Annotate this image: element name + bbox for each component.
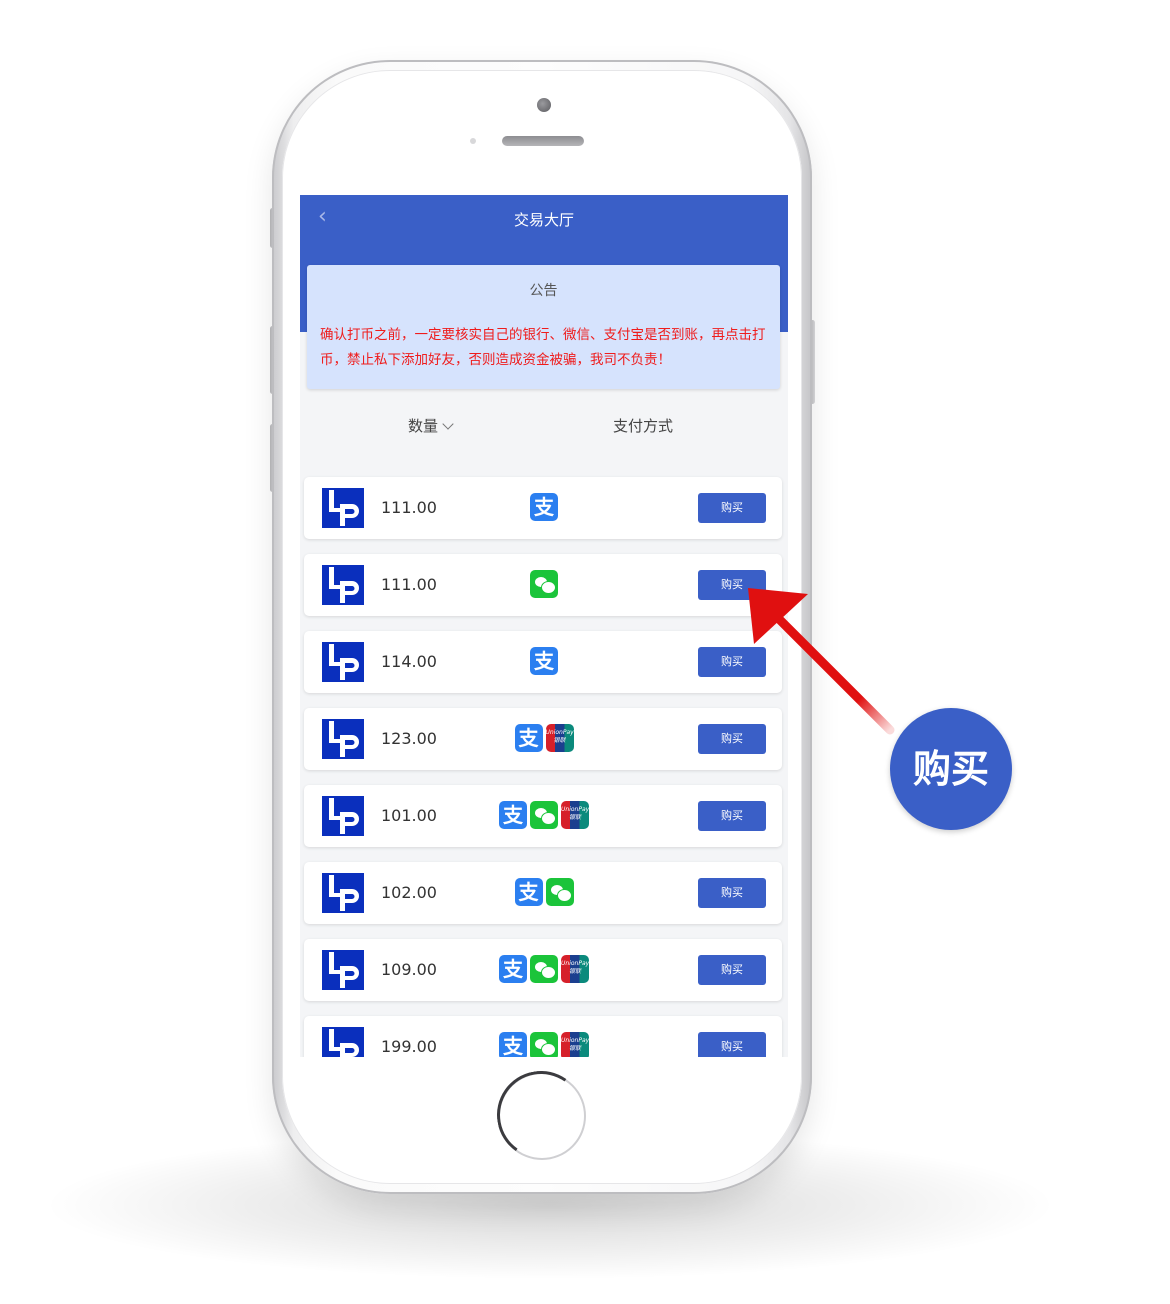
order-row: 109.00 支 UnionPay 银联 购买 bbox=[304, 939, 782, 1001]
payment-methods: 支 UnionPay 银联 bbox=[499, 1032, 589, 1057]
order-row: 111.00 支 购买 bbox=[304, 477, 782, 539]
alipay-icon: 支 bbox=[499, 801, 527, 829]
order-amount: 123.00 bbox=[381, 729, 437, 748]
app-screen: ‹ 交易大厅 公告 确认打币之前，一定要核实自己的银行、微信、支付宝是否到账，再… bbox=[300, 195, 788, 1057]
order-row: 123.00 支 UnionPay 银联 购买 bbox=[304, 708, 782, 770]
unionpay-icon: UnionPay 银联 bbox=[545, 724, 574, 752]
buy-button[interactable]: 购买 bbox=[698, 801, 766, 831]
callout-label: 购买 bbox=[912, 747, 989, 791]
merchant-logo-icon bbox=[322, 565, 364, 605]
merchant-logo-icon bbox=[322, 873, 364, 913]
order-row: 199.00 支 UnionPay 银联 购买 bbox=[304, 1016, 782, 1057]
announcement-text: 确认打币之前，一定要核实自己的银行、微信、支付宝是否到账，再点击打币，禁止私下添… bbox=[320, 327, 766, 368]
chevron-down-icon bbox=[442, 418, 454, 430]
payment-methods bbox=[530, 570, 558, 600]
payment-methods: 支 UnionPay 银联 bbox=[514, 724, 574, 754]
page-title: 交易大厅 bbox=[513, 211, 574, 229]
alipay-icon: 支 bbox=[514, 724, 543, 752]
order-amount: 111.00 bbox=[381, 498, 437, 517]
unionpay-icon: UnionPay 银联 bbox=[561, 1032, 589, 1057]
wechat-pay-icon bbox=[530, 801, 558, 829]
wechat-pay-icon bbox=[530, 955, 558, 983]
order-row: 111.00 购买 bbox=[304, 554, 782, 616]
alipay-icon: 支 bbox=[499, 955, 527, 983]
alipay-icon: 支 bbox=[530, 493, 558, 521]
order-amount: 111.00 bbox=[381, 575, 437, 594]
announcement-title: 公告 bbox=[529, 283, 558, 299]
order-row: 101.00 支 UnionPay 银联 购买 bbox=[304, 785, 782, 847]
buy-button[interactable]: 购买 bbox=[698, 1032, 766, 1057]
pointer-arrow-icon bbox=[748, 588, 895, 735]
merchant-logo-icon bbox=[322, 950, 364, 990]
order-row: 102.00 支 购买 bbox=[304, 862, 782, 924]
order-row: 114.00 支购买 bbox=[304, 631, 782, 693]
order-amount: 199.00 bbox=[381, 1037, 437, 1056]
front-camera bbox=[537, 98, 551, 112]
alipay-icon: 支 bbox=[499, 1032, 527, 1057]
payment-methods: 支 bbox=[530, 493, 558, 523]
sort-quantity[interactable]: 数量 bbox=[408, 415, 454, 436]
unionpay-icon: UnionPay 银联 bbox=[561, 955, 589, 983]
announcement-card: 公告 确认打币之前，一定要核实自己的银行、微信、支付宝是否到账，再点击打币，禁止… bbox=[307, 265, 780, 389]
home-button[interactable] bbox=[498, 1072, 586, 1160]
unionpay-icon: UnionPay 银联 bbox=[561, 801, 589, 829]
wechat-pay-icon bbox=[545, 878, 574, 906]
earpiece-speaker bbox=[502, 136, 584, 146]
payment-methods: 支 bbox=[514, 878, 574, 908]
order-amount: 102.00 bbox=[381, 883, 437, 902]
payment-method-header: 支付方式 bbox=[613, 417, 674, 435]
proximity-sensor bbox=[470, 138, 476, 144]
payment-methods: 支 bbox=[530, 647, 558, 677]
order-amount: 109.00 bbox=[381, 960, 437, 979]
alipay-icon: 支 bbox=[514, 878, 543, 906]
order-amount: 101.00 bbox=[381, 806, 437, 825]
payment-methods: 支 UnionPay 银联 bbox=[499, 801, 589, 831]
buy-callout-badge: 购买 bbox=[890, 708, 1012, 830]
merchant-logo-icon bbox=[322, 1027, 364, 1057]
payment-methods: 支 UnionPay 银联 bbox=[499, 955, 589, 985]
buy-button[interactable]: 购买 bbox=[698, 493, 766, 523]
wechat-pay-icon bbox=[530, 570, 558, 598]
order-amount: 114.00 bbox=[381, 652, 437, 671]
buy-button[interactable]: 购买 bbox=[698, 955, 766, 985]
merchant-logo-icon bbox=[322, 642, 364, 682]
merchant-logo-icon bbox=[322, 719, 364, 759]
sort-quantity-label: 数量 bbox=[408, 417, 439, 435]
merchant-logo-icon bbox=[322, 488, 364, 528]
merchant-logo-icon bbox=[322, 796, 364, 836]
wechat-pay-icon bbox=[530, 1032, 558, 1057]
alipay-icon: 支 bbox=[530, 647, 558, 675]
buy-button[interactable]: 购买 bbox=[698, 878, 766, 908]
